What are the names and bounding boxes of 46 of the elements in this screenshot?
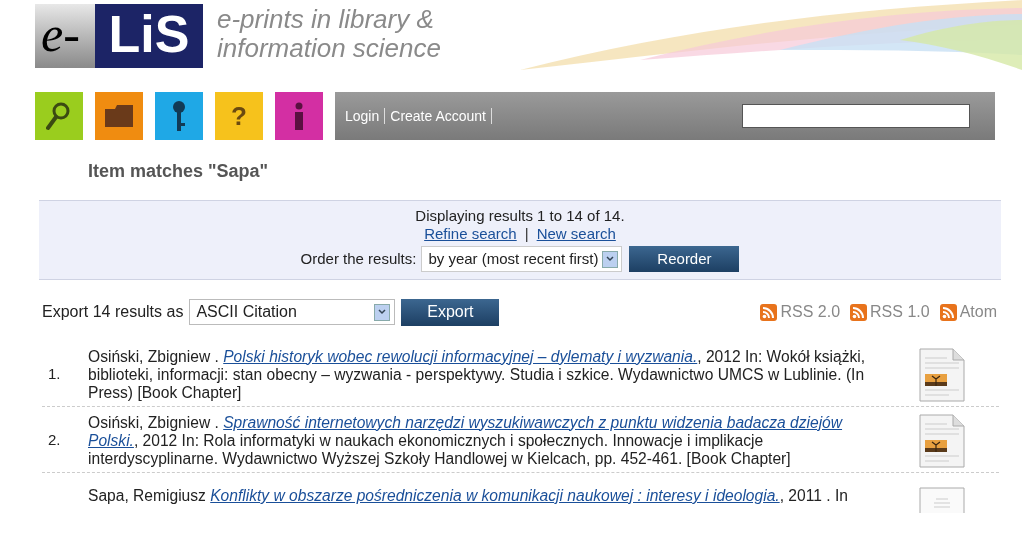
- result-title-link[interactable]: Polski historyk wobec rewolucji informacyjnej – dylematy i wyzwania.: [223, 347, 698, 365]
- search-field[interactable]: [742, 104, 970, 128]
- order-select[interactable]: by year (most recent first): [421, 246, 623, 272]
- menu-link[interactable]: Create Account: [385, 108, 492, 124]
- result-title-link[interactable]: Konflikty w obszarze pośredniczenia w komunikacji naukowej : interesy i ideologia.: [210, 487, 780, 504]
- reorder-button[interactable]: Reorder: [629, 246, 740, 272]
- rss-icon: [939, 303, 957, 321]
- logo-prefix: e-: [35, 4, 95, 68]
- export-label: Export 14 results as: [42, 302, 184, 322]
- refine-search-link[interactable]: Refine search: [424, 225, 517, 243]
- export-button[interactable]: Export: [401, 298, 500, 326]
- result-citation: Sapa, Remigiusz Konflikty w obszarze pośredniczenia w komunikacji naukowej : interesy i ideologia., 2011 . In: [88, 487, 849, 505]
- result-number: 1.: [48, 364, 61, 385]
- document-thumbnail-icon: [919, 413, 965, 468]
- document-icon: [919, 487, 965, 513]
- logo-name: LiS: [95, 4, 203, 68]
- export-format-select[interactable]: ASCII Citation: [189, 299, 396, 325]
- new-search-link[interactable]: New search: [536, 225, 616, 243]
- result-title-link[interactable]: Sprawność internetowych narzędzi wyszukiwawczych z punktu widzenia badacza dziejów: [223, 413, 843, 431]
- feed-link[interactable]: RSS 1.0: [850, 300, 930, 324]
- logo-tagline: information science: [217, 34, 441, 63]
- search-icon: [46, 101, 72, 131]
- result-citation: Osiński, Zbigniew . Polski historyk wobec rewolucji informacyjnej – dylematy i wyzwania., 2012 In: Wokół książki, biblioteki, informacji: stan obecny – wyzwania - perspektywy. Studia i szkice. Wydawnictwo UMCS w Lublinie. (In Press) [Book Chapter]: [88, 347, 867, 402]
- order-label: Order the results:: [300, 250, 417, 268]
- nav-tile[interactable]: [155, 92, 203, 140]
- menu-link[interactable]: Login: [340, 108, 386, 124]
- result-number: 2.: [48, 430, 61, 451]
- nav-tile[interactable]: [35, 92, 83, 140]
- result-citation: Osiński, Zbigniew . Sprawność internetowych narzędzi wyszukiwawczych z punktu widzenia badacza dziejów Polski., 2012 In: Rola informatyki w naukach ekonomicznych i społecznych. Innowacje i implikacje interdyscyplinarne. Wydawnictwo Wyższej Szkoły Handlowej w Kielcach, pp. 452-461. [Book Chapter]: [88, 413, 844, 468]
- nav-tile[interactable]: ?: [215, 92, 263, 140]
- rss-icon: [850, 303, 868, 321]
- rss-icon: [760, 303, 778, 321]
- key-icon: [172, 101, 186, 131]
- nav-tile[interactable]: [95, 92, 143, 140]
- folder-icon: [105, 105, 133, 127]
- link-separator: |: [524, 225, 529, 243]
- logo-tagline: e-prints in library &: [217, 5, 435, 34]
- nav-tile[interactable]: [275, 92, 323, 140]
- result-title-link[interactable]: Polski.: [88, 431, 134, 449]
- results-count: Displaying results 1 to 14 of 14.: [415, 207, 625, 225]
- feed-link[interactable]: Atom: [939, 300, 997, 324]
- info-icon: [294, 102, 304, 130]
- page-heading: Item matches "Sapa": [88, 160, 270, 182]
- feed-link[interactable]: RSS 2.0: [760, 300, 841, 324]
- help-icon: ?: [231, 103, 247, 129]
- document-thumbnail-icon: [919, 347, 965, 402]
